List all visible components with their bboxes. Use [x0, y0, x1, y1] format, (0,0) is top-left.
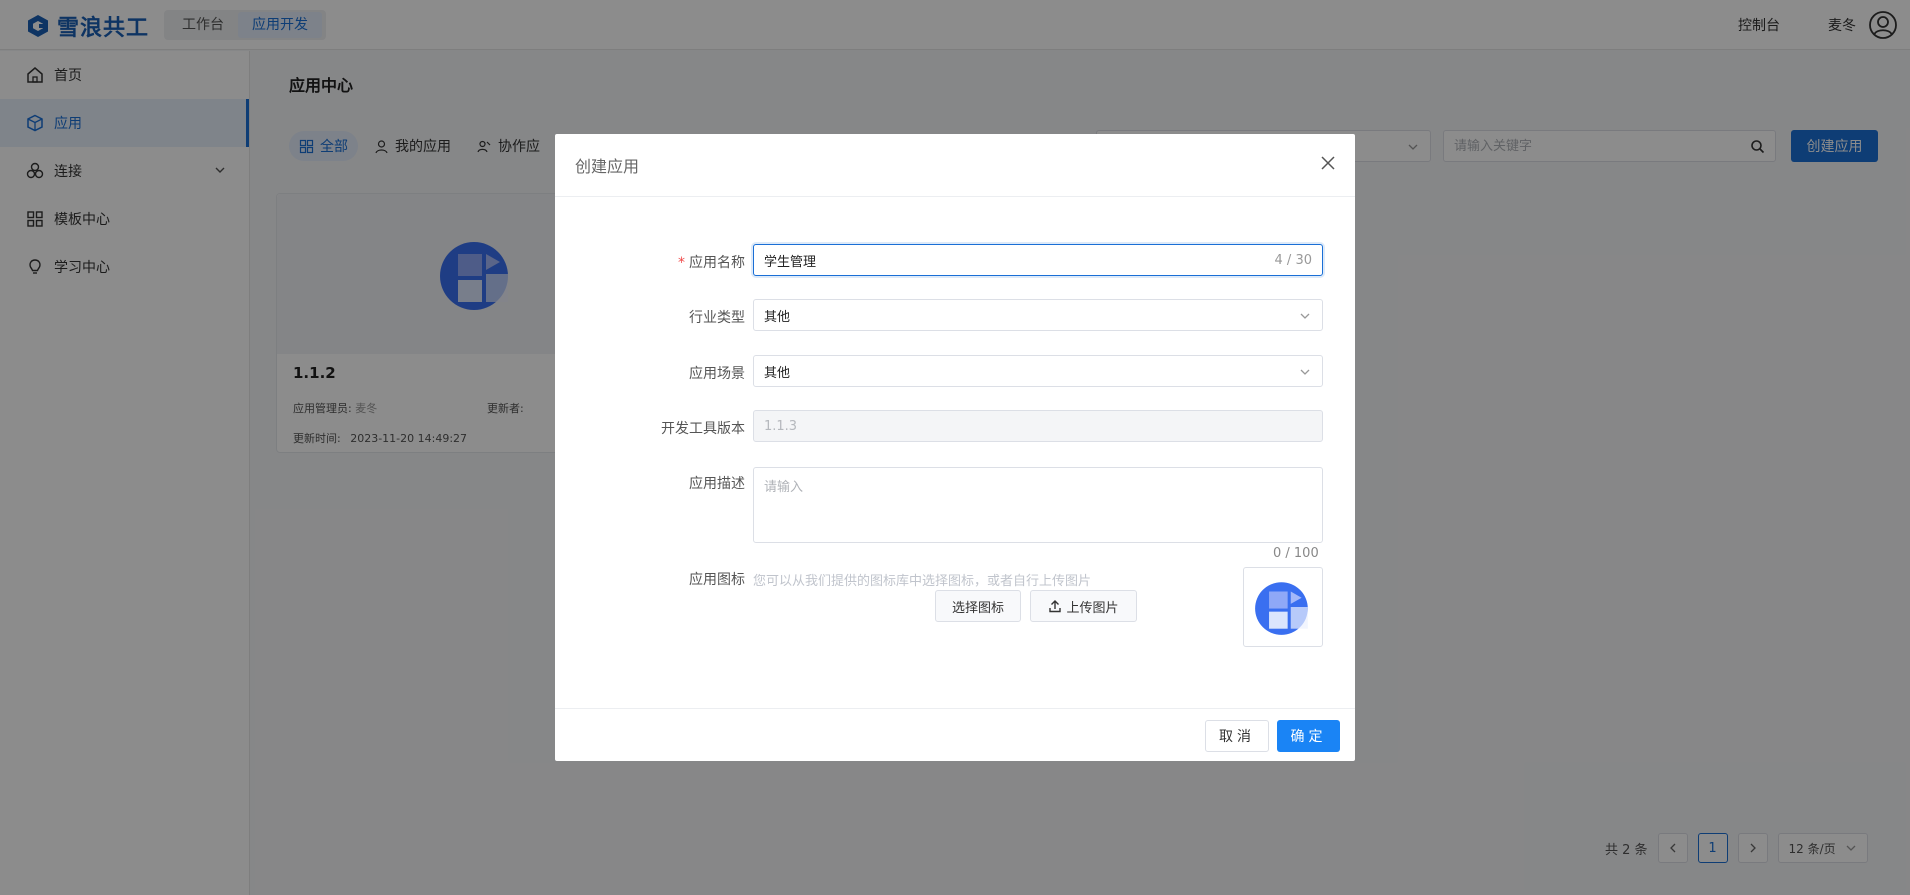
- dialog-footer: 取消 确定: [555, 708, 1355, 761]
- label-text: 应用名称: [689, 255, 745, 271]
- scene-select[interactable]: 其他: [753, 355, 1323, 387]
- scene-label: 应用场景: [689, 366, 745, 382]
- chevron-down-icon: [1300, 369, 1310, 375]
- industry-value: 其他: [764, 309, 791, 325]
- button-label: 上传图片: [1066, 600, 1119, 616]
- version-field: 1.1.3: [753, 410, 1323, 442]
- description-textarea[interactable]: 请输入: [753, 467, 1323, 543]
- description-label: 应用描述: [689, 476, 745, 492]
- upload-icon: [1049, 600, 1062, 613]
- dialog-header: 创建应用: [555, 134, 1355, 197]
- industry-select[interactable]: 其他: [753, 299, 1323, 331]
- app-name-input[interactable]: [764, 252, 1275, 268]
- industry-label: 行业类型: [689, 310, 745, 326]
- choose-icon-button[interactable]: 选择图标: [935, 590, 1021, 622]
- scene-value: 其他: [764, 365, 791, 381]
- dialog-title: 创建应用: [575, 157, 640, 176]
- app-icon: [1255, 582, 1308, 635]
- description-count: 0 / 100: [1273, 546, 1319, 561]
- chevron-down-icon: [1300, 313, 1310, 319]
- app-name-label: * 应用名称: [545, 252, 745, 272]
- confirm-button[interactable]: 确定: [1277, 720, 1340, 752]
- cancel-button[interactable]: 取消: [1205, 720, 1269, 752]
- upload-image-button[interactable]: 上传图片: [1030, 590, 1137, 622]
- icon-label: 应用图标: [689, 572, 745, 588]
- close-icon[interactable]: [1319, 154, 1337, 172]
- button-label: 选择图标: [951, 600, 1004, 616]
- required-mark: *: [678, 255, 685, 271]
- create-app-dialog: 创建应用 *应用名称 4 / 30 行业类型 其他 应用场景 其他 开发工具版本…: [555, 134, 1355, 761]
- app-name-field: 4 / 30: [753, 244, 1323, 276]
- version-value: 1.1.3: [764, 418, 798, 434]
- icon-hint: 您可以从我们提供的图标库中选择图标，或者自行上传图片: [753, 574, 1092, 589]
- version-label: 开发工具版本: [661, 421, 745, 437]
- icon-preview: [1243, 567, 1323, 647]
- app-name-count: 4 / 30: [1274, 252, 1312, 268]
